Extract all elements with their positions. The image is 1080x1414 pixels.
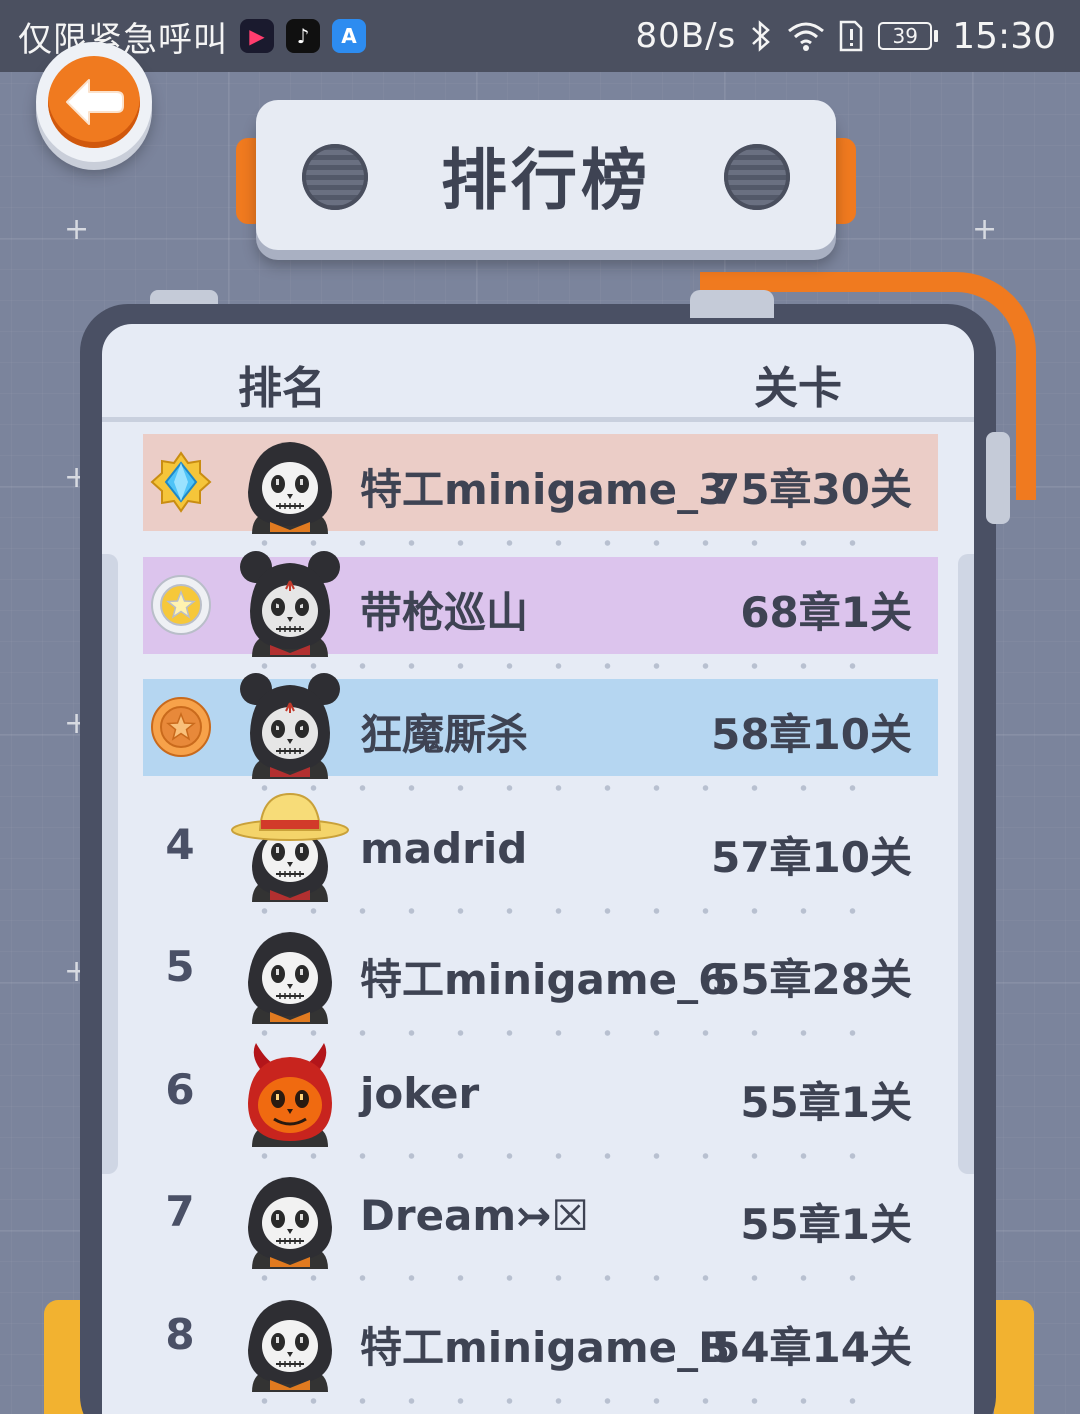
rank-number: 5 (165, 942, 195, 991)
bolt-icon (724, 144, 790, 210)
sim-alert-icon (838, 19, 864, 53)
leaderboard-list[interactable]: 特工minigame_3 75章30关带枪巡山 68章1关狂魔厮杀 58章10关 4 ma… (102, 434, 974, 1414)
player-name: Dream↣☒ (360, 1191, 590, 1240)
row-divider-dots (240, 1397, 880, 1404)
leaderboard-row[interactable]: 特工minigame_3 75章30关 (102, 434, 974, 557)
leaderboard-row[interactable]: 带枪巡山 68章1关 (102, 550, 974, 680)
rank-number: 4 (165, 819, 195, 869)
app-store-icon: A (332, 19, 366, 53)
rank-number: 8 (165, 1309, 195, 1359)
rank-number: 6 (165, 1064, 195, 1114)
mouse-ears-skull-avatar[interactable] (230, 545, 350, 661)
player-name: 狂魔厮杀 (360, 710, 529, 759)
leaderboard-panel: 排名 关卡 特工minigame_3 75章30关带枪巡山 68章1关狂魔厮杀 58章… (102, 324, 974, 1414)
clock: 15:30 (952, 15, 1056, 57)
player-name: joker (360, 1068, 480, 1118)
player-level: 75章30关 (711, 465, 912, 514)
leaderboard-header: 排名 关卡 (102, 324, 974, 422)
leaderboard-row[interactable]: 5 特工minigame_6 55章28关 (102, 924, 974, 1047)
player-name: madrid (360, 823, 528, 873)
player-level: 55章28关 (711, 955, 912, 1004)
status-bar-right: 80B/s 39 15:30 (625, 16, 1056, 57)
rank-column-header: 排名 (238, 363, 326, 414)
devil-pumpkin-avatar[interactable] (230, 1035, 350, 1151)
player-name: 特工minigame_B (360, 1322, 731, 1372)
bronze-star-medal-icon (150, 696, 212, 758)
player-level: 54章14关 (711, 1322, 912, 1372)
rank-number: 7 (165, 1187, 195, 1236)
leaderboard-board: 排名 关卡 特工minigame_3 75章30关带枪巡山 68章1关狂魔厮杀 58章… (80, 304, 996, 1414)
hooded-skull-avatar[interactable] (230, 422, 350, 538)
leaderboard-row[interactable]: 4 madrid 57章10关 (102, 792, 974, 925)
hooded-skull-avatar[interactable] (230, 1280, 350, 1396)
mouse-ears-skull-avatar[interactable] (230, 667, 350, 783)
leaderboard-row[interactable]: 8 特工minigame_B 54章14关 (102, 1292, 974, 1414)
bolt-icon (302, 144, 368, 210)
player-level: 68章1关 (740, 587, 912, 637)
hooded-skull-avatar[interactable] (230, 912, 350, 1028)
battery-level: 39 (878, 22, 933, 50)
yellow-post-right-decoration (994, 1300, 1034, 1414)
kuaikan-icon: ▶ (240, 19, 274, 53)
player-name: 特工minigame_3 (360, 465, 728, 514)
diamond-medal-icon (150, 451, 212, 513)
straw-hat-skull-avatar[interactable] (230, 790, 350, 906)
title-plate-body: 排行榜 (256, 100, 836, 250)
tiktok-icon: ♪ (286, 19, 320, 53)
bluetooth-icon (748, 18, 774, 54)
silver-star-medal-icon (150, 574, 212, 636)
leaderboard-row[interactable]: 狂魔厮杀 58章10关 (102, 673, 974, 802)
player-level: 55章1关 (740, 1200, 912, 1249)
player-name: 带枪巡山 (360, 587, 529, 637)
title-plate: 排行榜 (236, 100, 856, 260)
player-level: 57章10关 (711, 832, 912, 882)
back-button[interactable] (36, 42, 152, 162)
page-title: 排行榜 (441, 142, 651, 219)
wifi-icon (786, 19, 826, 53)
cable-cap-decoration (690, 290, 774, 318)
player-name: 特工minigame_6 (360, 955, 728, 1004)
player-level: 58章10关 (711, 710, 912, 759)
player-level: 55章1关 (740, 1077, 912, 1127)
net-speed: 80B/s (635, 16, 737, 56)
level-column-header: 关卡 (754, 363, 842, 414)
status-bar: 仅限紧急呼叫 ▶ ♪ A 80B/s 39 15:30 (0, 0, 1080, 72)
back-arrow-icon (48, 56, 140, 148)
leaderboard-row[interactable]: 7 Dream↣☒ 55章1关 (102, 1169, 974, 1292)
board-side-knob (986, 432, 1010, 524)
grid-plus-mark: + (64, 212, 90, 247)
battery-indicator: 39 (878, 22, 939, 50)
battery-tip (934, 30, 939, 42)
leaderboard-row[interactable]: 6 joker 55章1关 (102, 1042, 974, 1170)
hooded-skull-avatar[interactable] (230, 1157, 350, 1273)
grid-plus-mark: + (972, 212, 998, 247)
